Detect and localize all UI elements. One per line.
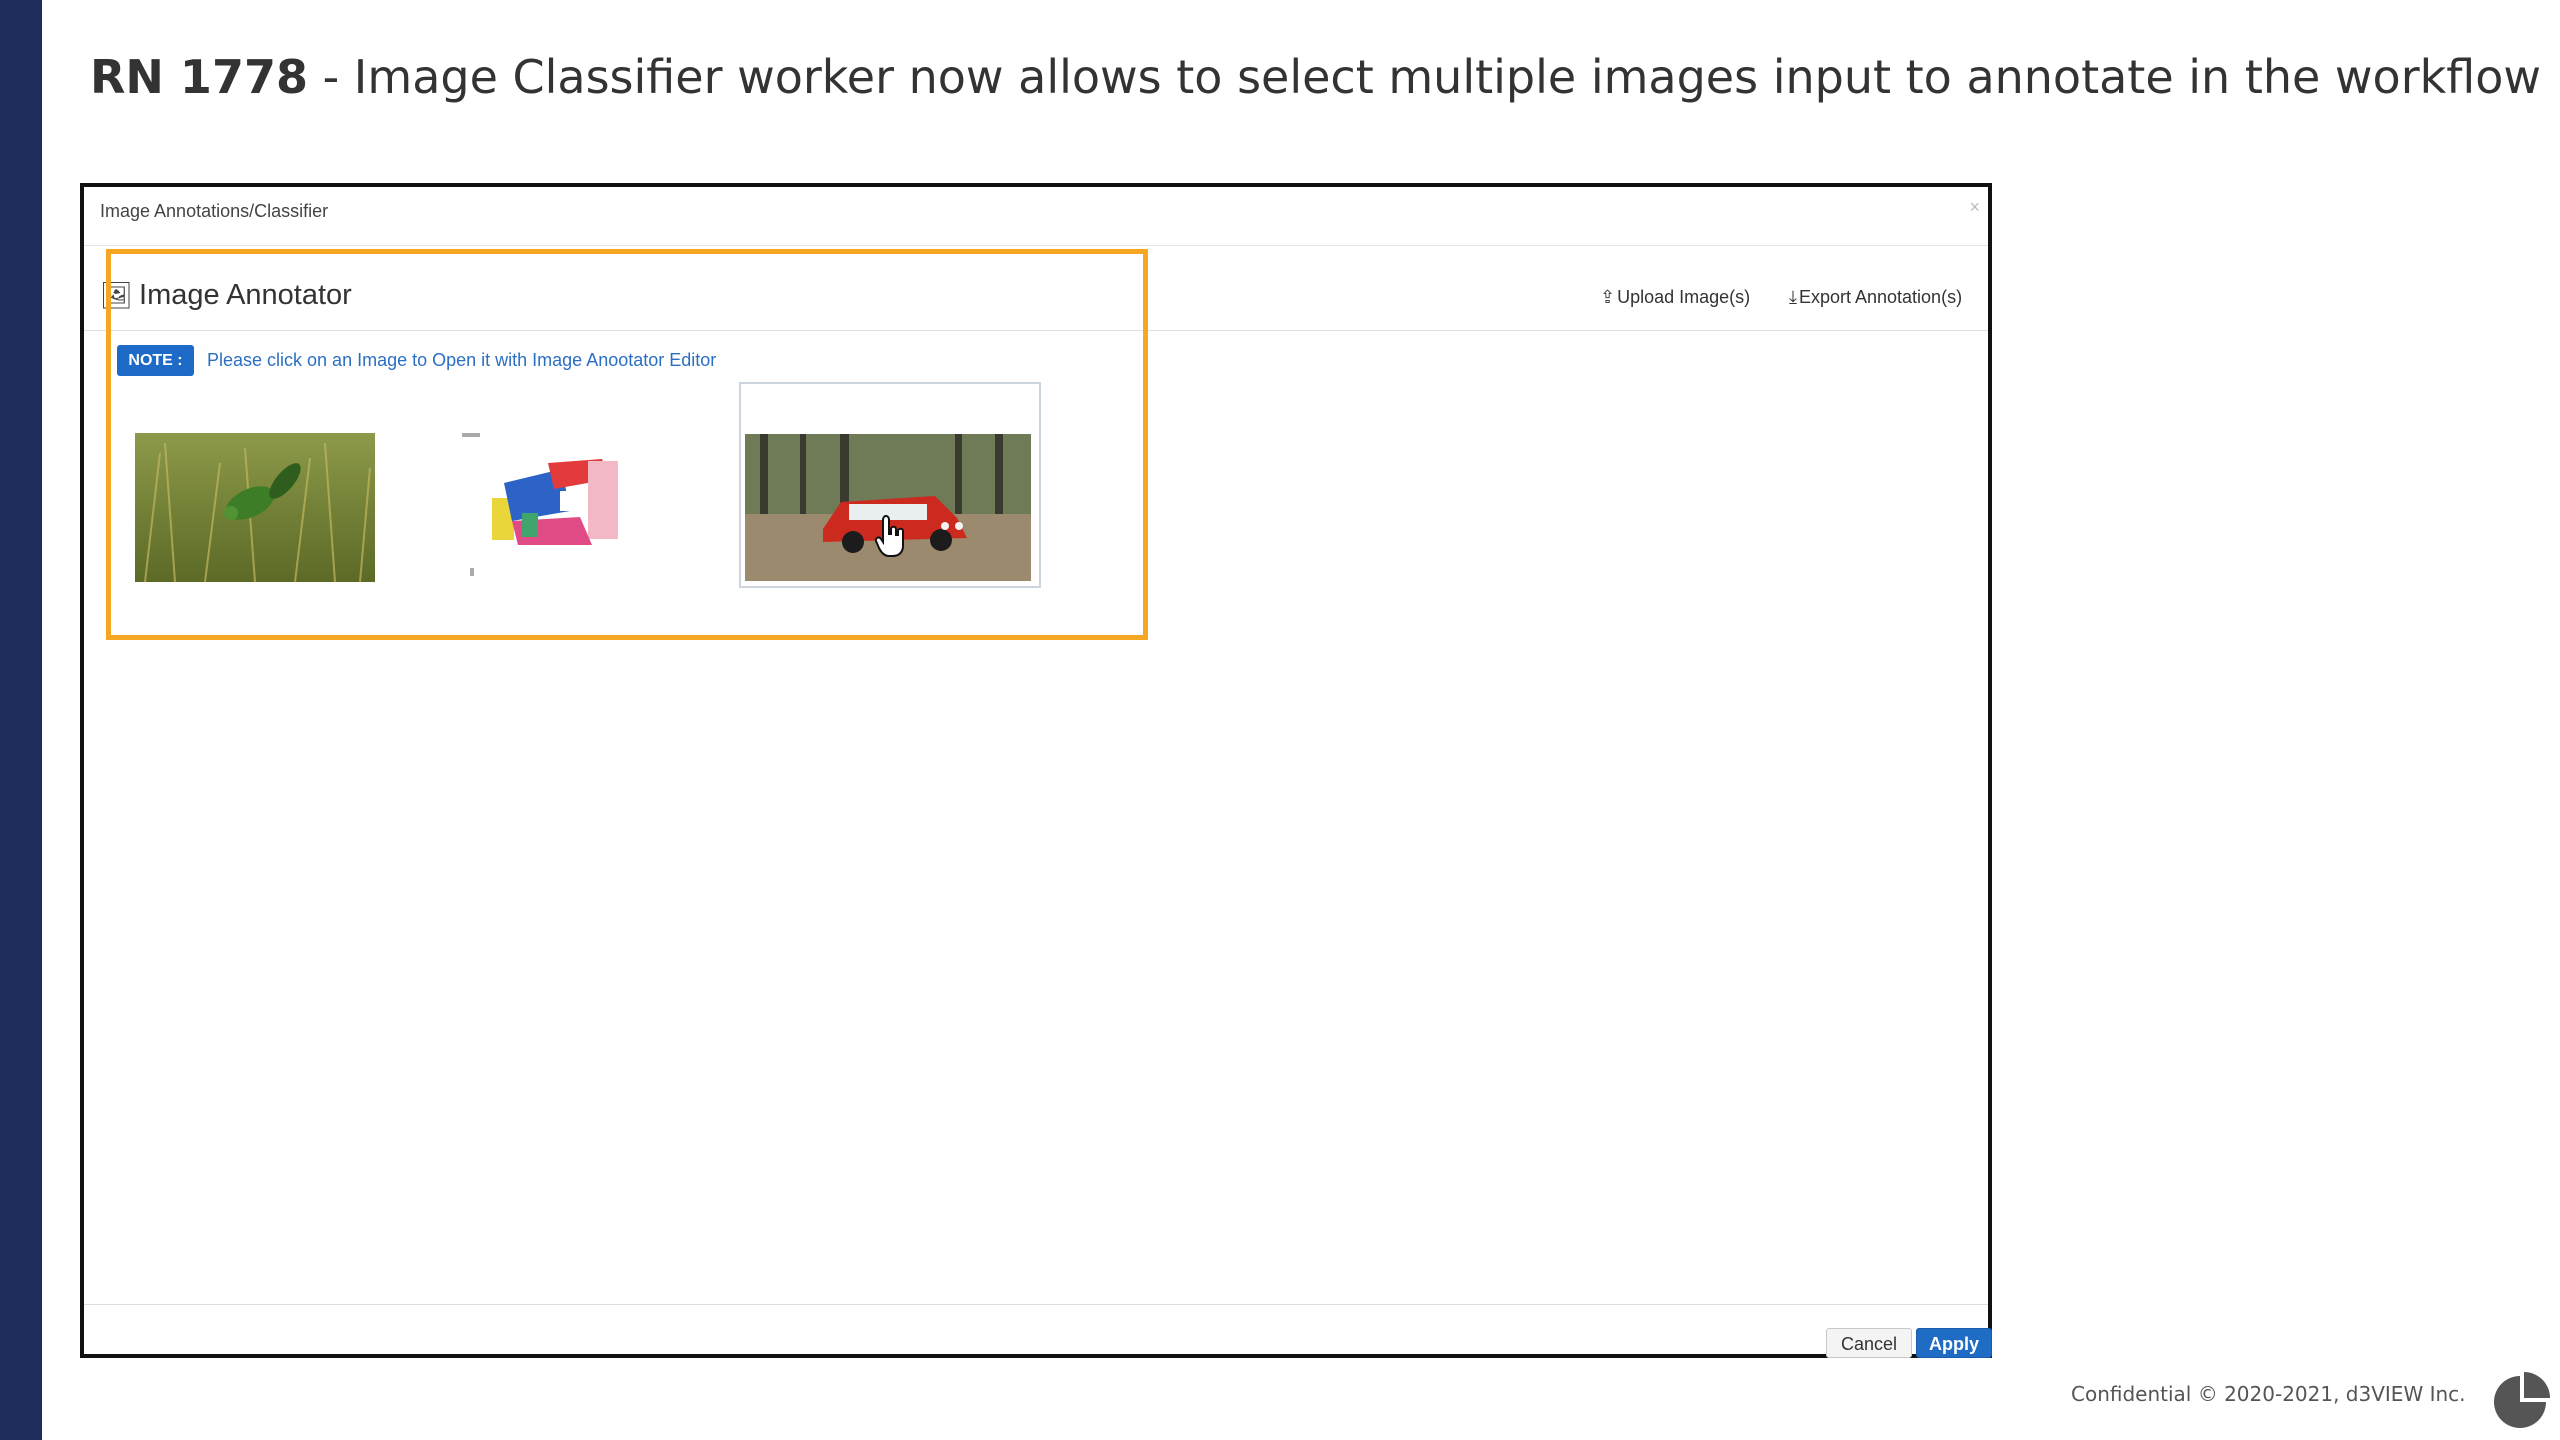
upload-icon: ⇪ — [1600, 287, 1616, 307]
upload-images-label: Upload Image(s) — [1617, 287, 1751, 307]
dialog-title: Image Annotations/Classifier — [100, 201, 329, 221]
release-number: RN 1778 — [90, 50, 308, 104]
slide-title-text: - Image Classifier worker now allows to … — [307, 50, 2541, 104]
export-annotations-label: Export Annotation(s) — [1798, 287, 1963, 307]
export-annotations-button[interactable]: ⤓ Export Annotation(s) — [1789, 287, 1962, 308]
dialog-title-divider — [84, 245, 1988, 246]
close-icon[interactable]: × — [1969, 197, 1980, 218]
pie-logo-icon — [2494, 1372, 2550, 1428]
slide-title: RN 1778 - Image Classifier worker now al… — [90, 50, 2541, 104]
apply-button[interactable]: Apply — [1916, 1328, 1992, 1358]
highlight-box — [106, 249, 1148, 640]
upload-images-button[interactable]: ⇪ Upload Image(s) — [1600, 287, 1750, 308]
slide-sidebar — [0, 0, 42, 1440]
confidential-footer: Confidential © 2020-2021, d3VIEW Inc. — [2071, 1382, 2466, 1406]
download-icon: ⤓ — [1789, 287, 1797, 307]
cancel-button[interactable]: Cancel — [1826, 1328, 1912, 1358]
dialog-footer-divider — [84, 1304, 1988, 1305]
